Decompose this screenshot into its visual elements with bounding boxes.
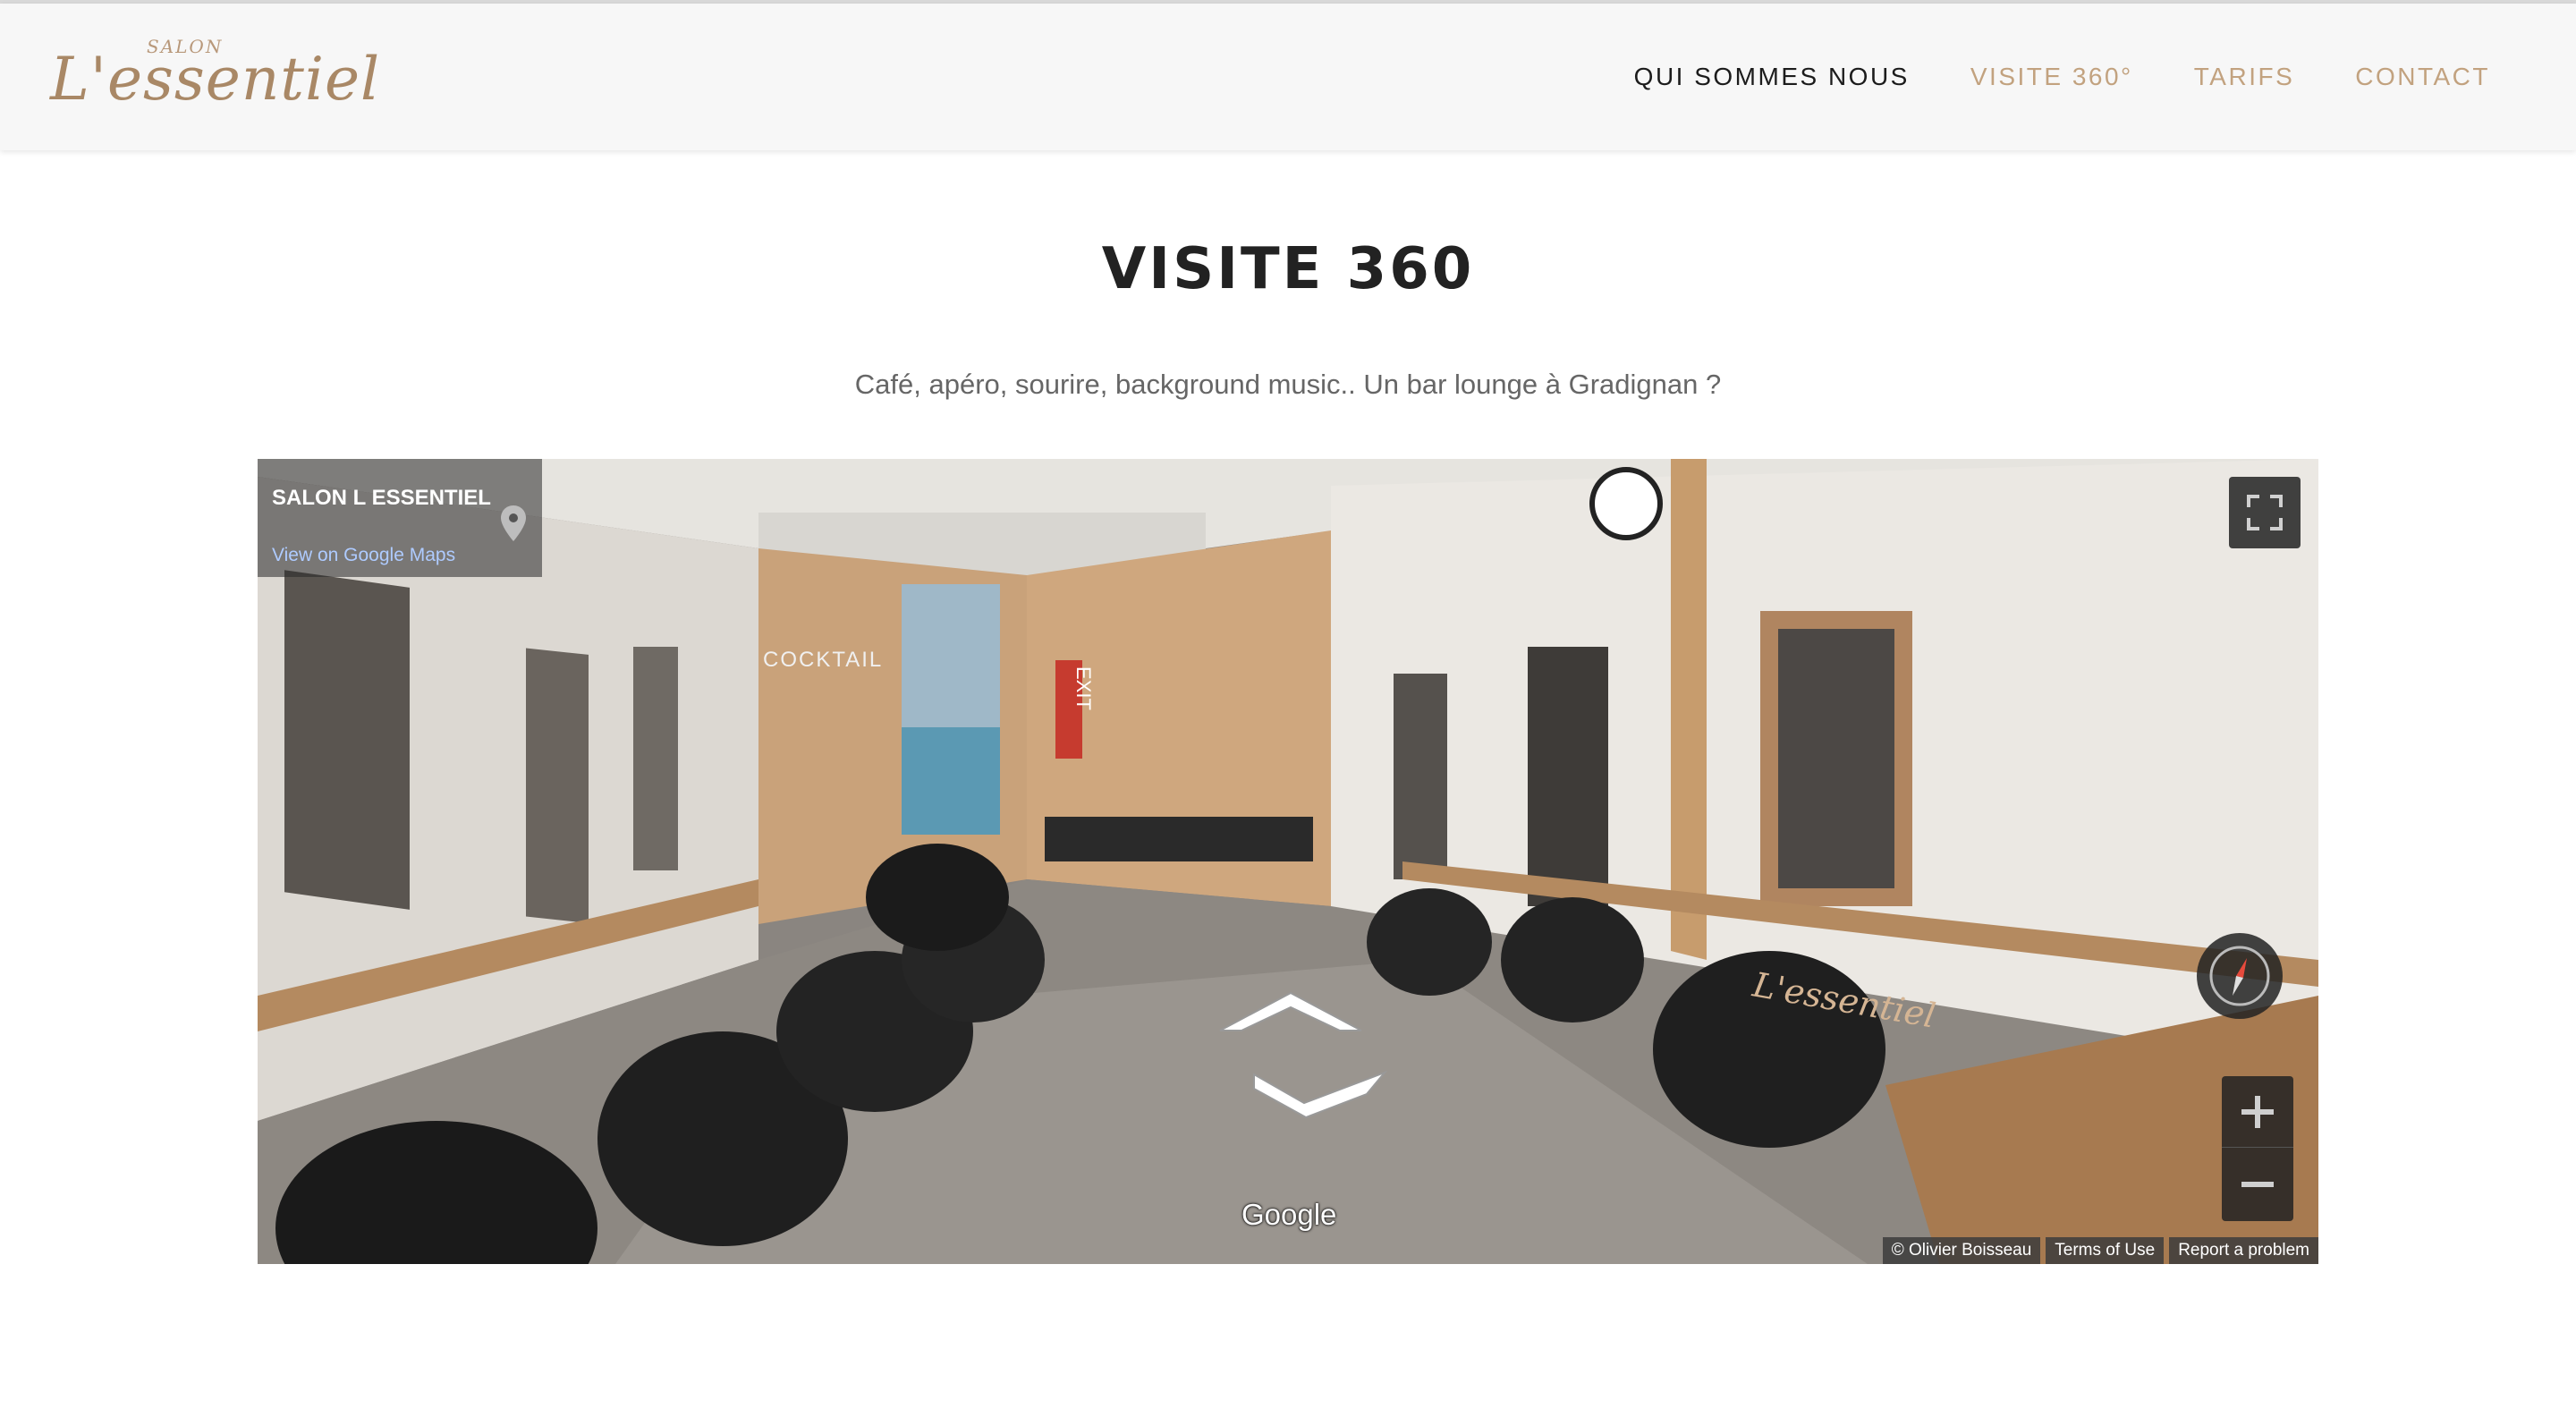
zoom-out-button[interactable] (2222, 1149, 2293, 1220)
nav-item-qui-sommes-nous[interactable]: QUI SOMMES NOUS (1634, 63, 1910, 91)
pin-icon[interactable] (501, 505, 526, 541)
compass-control[interactable] (2197, 933, 2283, 1019)
logo-main-text: L'essentiel (50, 45, 381, 114)
nav-item-contact[interactable]: CONTACT (2355, 63, 2490, 91)
nav-item-tarifs[interactable]: TARIFS (2194, 63, 2294, 91)
nav-item-visite-360[interactable]: VISITE 360° (1970, 63, 2133, 91)
google-logo: Google (1241, 1198, 1337, 1231)
chevron-up-icon[interactable] (1215, 982, 1367, 1036)
site-header: SALON L'essentiel QUI SOMMES NOUS VISITE… (0, 4, 2576, 150)
fullscreen-button[interactable] (2229, 477, 2301, 548)
view-on-google-maps-link[interactable]: View on Google Maps (272, 545, 455, 566)
chevron-down-icon[interactable] (1250, 1067, 1394, 1121)
fullscreen-icon (2247, 495, 2283, 530)
map-footer: © Olivier Boisseau Terms of Use Report a… (1882, 1237, 2318, 1264)
report-problem-link[interactable]: Report a problem (2169, 1237, 2318, 1264)
place-card: SALON L ESSENTIEL View on Google Maps (258, 459, 542, 577)
cocktail-sign: COCKTAIL (763, 648, 883, 672)
street-view-panorama[interactable]: COCKTAIL EXIT L'essentiel SALON L ESSENT… (258, 459, 2318, 1264)
copyright-text: © Olivier Boisseau (1882, 1237, 2041, 1264)
salon-interior-photo[interactable]: COCKTAIL EXIT L'essentiel (258, 459, 2318, 1264)
zoom-in-button[interactable] (2222, 1076, 2293, 1148)
page-title: VISITE 360 (1101, 236, 1475, 302)
plus-icon (2241, 1096, 2274, 1128)
minus-icon (2241, 1182, 2274, 1187)
zoom-control (2222, 1076, 2293, 1221)
main-nav: QUI SOMMES NOUS VISITE 360° TARIFS CONTA… (1634, 63, 2490, 91)
page-subtitle: Café, apéro, sourire, background music..… (854, 369, 1722, 400)
compass-icon (2209, 946, 2270, 1006)
salon-logo[interactable]: SALON L'essentiel (50, 30, 379, 120)
terms-of-use-link[interactable]: Terms of Use (2046, 1237, 2165, 1264)
place-name: SALON L ESSENTIEL (272, 486, 491, 510)
exit-sign: EXIT (1072, 666, 1095, 710)
